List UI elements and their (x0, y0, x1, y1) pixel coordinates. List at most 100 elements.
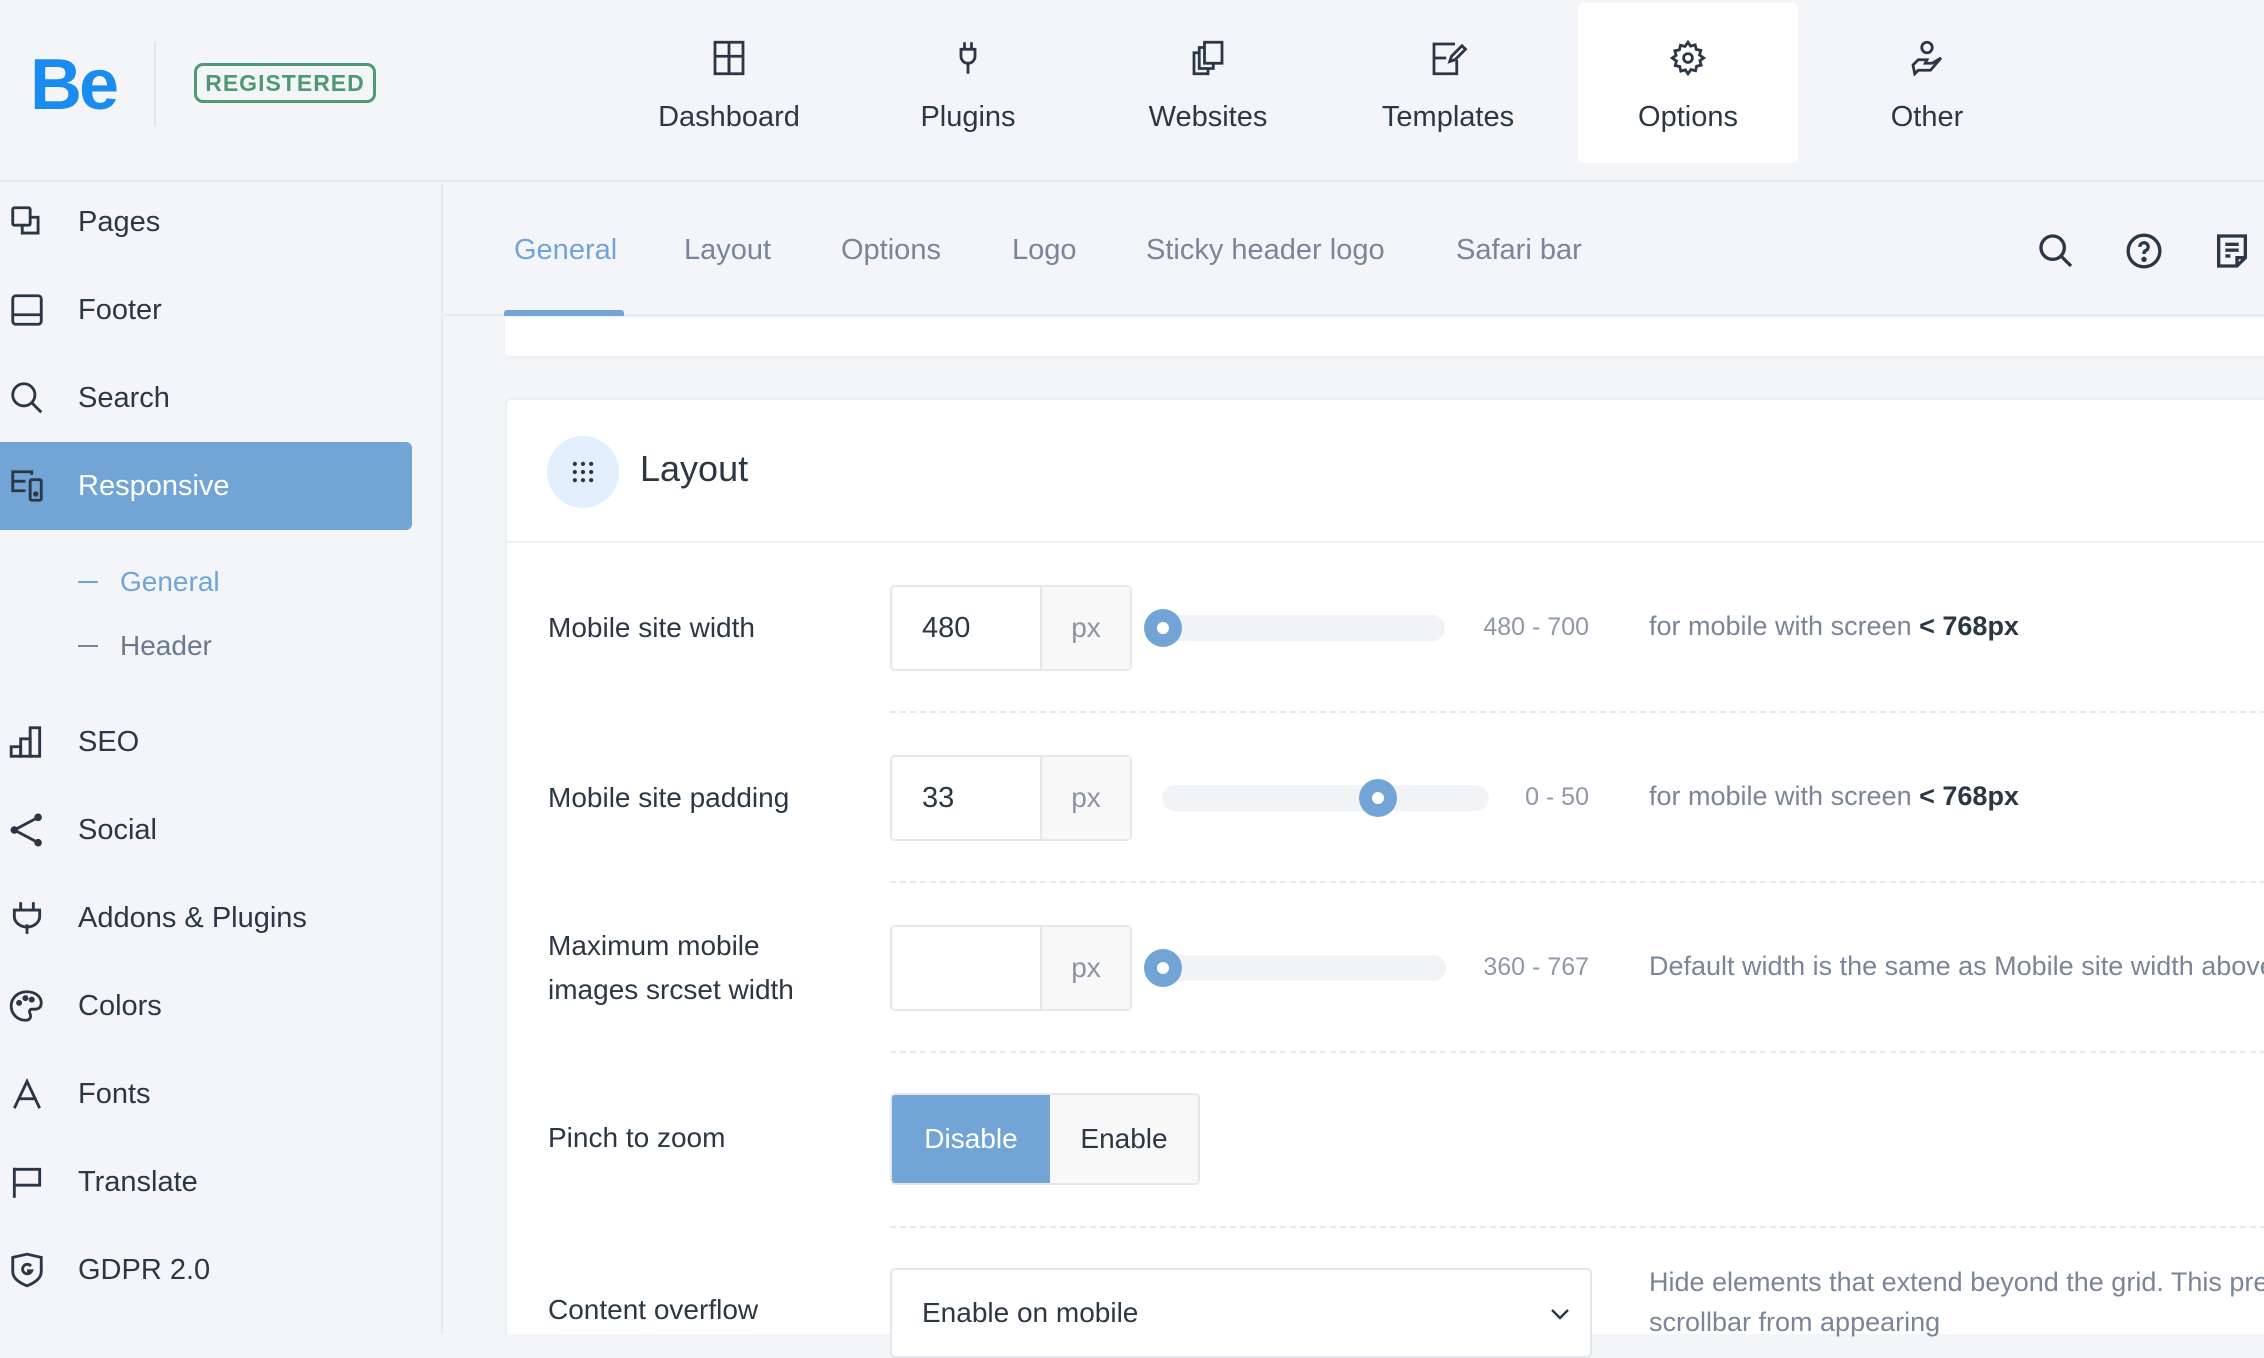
sidebar-item-pages[interactable]: Pages (0, 178, 412, 266)
nav-websites[interactable]: Websites (1098, 3, 1318, 163)
row-divider (890, 711, 2264, 713)
sidebar-item-gdpr[interactable]: GDPR 2.0 (0, 1226, 412, 1314)
subitem-label: General (120, 566, 220, 597)
tab-layout[interactable]: Layout (684, 224, 771, 276)
range-text: 0 - 50 (1525, 783, 1589, 811)
plug-icon (12, 902, 42, 934)
sidebar-label: Pages (78, 205, 161, 238)
label-line: Maximum mobile (548, 930, 760, 961)
shield-g-icon (11, 1252, 43, 1288)
srcset-width-field: px (890, 925, 1132, 1011)
seo-icon (9, 726, 42, 758)
sidebar-label: GDPR 2.0 (78, 1253, 211, 1286)
card-icon (547, 436, 619, 508)
help-icon[interactable] (2124, 231, 2164, 271)
range-text: 360 - 767 (1483, 953, 1589, 981)
desc-text: for mobile with screen (1649, 781, 1912, 811)
mobile-site-width-input[interactable] (892, 587, 1040, 669)
sidebar-item-search[interactable]: Search (0, 354, 412, 442)
nav-templates[interactable]: Templates (1338, 3, 1558, 163)
nav-options[interactable]: Options (1578, 3, 1798, 163)
sidebar-subitem-header[interactable]: Header (78, 621, 212, 671)
sidebar-item-responsive[interactable]: Responsive (0, 442, 412, 530)
content-overflow-select[interactable]: Enable on mobile (890, 1268, 1592, 1358)
nav-label: Dashboard (658, 101, 800, 133)
row-divider (890, 881, 2264, 883)
mobile-site-width-label: Mobile site width (548, 612, 755, 643)
srcset-width-input[interactable] (892, 927, 1040, 1009)
previous-card-bottom (505, 318, 2264, 356)
sidebar-label: Responsive (78, 469, 230, 502)
sidebar-label: Colors (78, 989, 162, 1022)
row-divider (890, 1051, 2264, 1053)
footer-icon (11, 294, 43, 326)
mobile-site-width-field: px (890, 585, 1132, 671)
dash-icon (78, 581, 98, 583)
row-description: Default width is the same as Mobile site… (1649, 951, 2264, 981)
card-header: Layout (507, 400, 2264, 543)
plug-icon (959, 42, 977, 74)
sidebar-item-footer[interactable]: Footer (0, 266, 412, 354)
select-value: Enable on mobile (922, 1297, 1139, 1328)
mobile-site-padding-field: px (890, 755, 1132, 841)
sidebar-item-fonts[interactable]: Fonts (0, 1050, 412, 1138)
srcset-width-label: Maximum mobile images srcset width (548, 924, 794, 1012)
chevron-down-icon (1551, 1309, 1569, 1320)
templates-icon (1432, 42, 1468, 76)
font-icon (13, 1077, 41, 1109)
sidebar-label: Social (78, 813, 157, 846)
responsive-icon (11, 470, 43, 502)
search-icon[interactable] (2036, 231, 2076, 271)
sidebar-item-addons-plugins[interactable]: Addons & Plugins (0, 874, 412, 962)
sidebar-subitem-general[interactable]: General (78, 557, 220, 607)
enable-option[interactable]: Enable (1050, 1095, 1198, 1183)
nav-plugins[interactable]: Plugins (858, 3, 1078, 163)
label-line: images srcset width (548, 974, 794, 1005)
range-text: 480 - 700 (1483, 613, 1589, 641)
nav-label: Other (1890, 101, 1964, 133)
nav-label: Websites (1148, 101, 1268, 133)
dashboard-icon (713, 40, 745, 76)
pages-icon (11, 206, 40, 235)
search-icon (11, 382, 43, 414)
gear-icon (1669, 39, 1707, 77)
sidebar-label: SEO (78, 725, 140, 758)
tab-safari-bar[interactable]: Safari bar (1456, 224, 1582, 276)
row-description: for mobile with screen < 768px (1649, 597, 2019, 655)
row-divider (890, 1226, 2264, 1228)
unit-label: px (1040, 927, 1130, 1009)
pinch-to-zoom-label: Pinch to zoom (548, 1122, 726, 1153)
disable-option[interactable]: Disable (892, 1095, 1050, 1183)
desc-text: for mobile with screen (1649, 611, 1912, 641)
content-overflow-label: Content overflow (548, 1294, 759, 1325)
sidebar-item-seo[interactable]: SEO (0, 698, 412, 786)
tab-options[interactable]: Options (841, 224, 941, 276)
slider-thumb[interactable] (1144, 949, 1182, 987)
top-header: Be REGISTERED Dashboard Plugins Websites… (0, 0, 2264, 182)
be-logo[interactable]: Be (30, 40, 119, 130)
header-divider (154, 42, 156, 126)
pinch-to-zoom-toggle: Disable Enable (890, 1093, 1200, 1185)
notes-icon[interactable] (2212, 231, 2252, 271)
palette-icon (9, 990, 43, 1022)
sidebar-label: Footer (78, 293, 162, 326)
flag-icon (12, 1167, 42, 1198)
tab-sticky-header-logo[interactable]: Sticky header logo (1146, 224, 1385, 276)
sidebar-item-colors[interactable]: Colors (0, 962, 412, 1050)
share-icon (10, 813, 42, 847)
unit-label: px (1040, 757, 1130, 839)
sidebar-item-social[interactable]: Social (0, 786, 412, 874)
nav-label: Options (1638, 101, 1738, 133)
active-tab-indicator (504, 310, 624, 316)
tab-logo[interactable]: Logo (1012, 224, 1077, 276)
tab-general[interactable]: General (514, 224, 617, 276)
nav-other[interactable]: Other (1817, 3, 2037, 163)
mobile-site-padding-label: Mobile site padding (548, 782, 790, 813)
nav-label: Plugins (920, 101, 1016, 133)
registered-badge: REGISTERED (194, 63, 376, 103)
nav-dashboard[interactable]: Dashboard (619, 3, 839, 163)
mobile-site-padding-input[interactable] (892, 757, 1040, 839)
desc-bold: < 768px (1919, 781, 2019, 811)
slider-thumb[interactable] (1144, 609, 1182, 647)
sidebar-item-translate[interactable]: Translate (0, 1138, 412, 1226)
